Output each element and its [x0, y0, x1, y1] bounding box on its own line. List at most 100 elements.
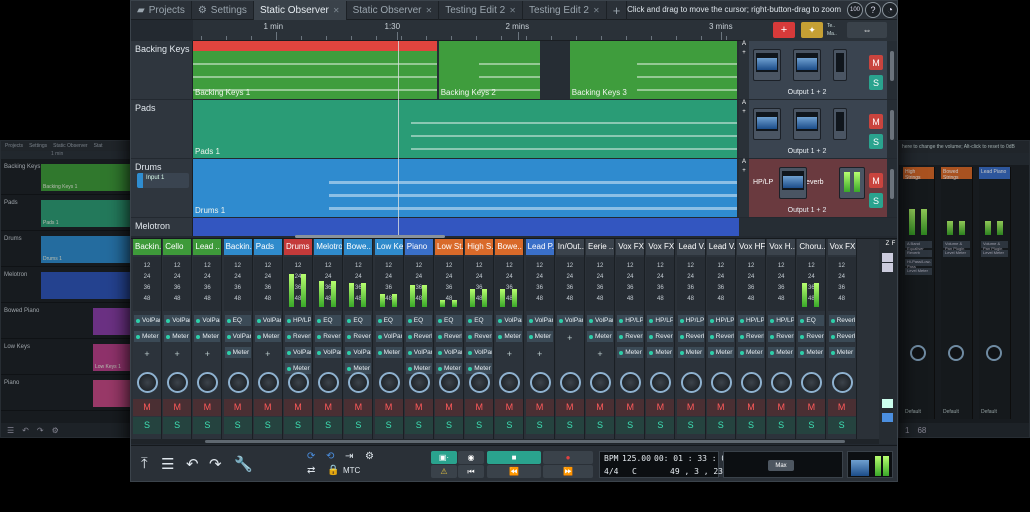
- strip-solo-button[interactable]: S: [555, 417, 584, 434]
- strip-plugin[interactable]: Reverb: [828, 331, 855, 342]
- left-track-name[interactable]: Drums: [4, 236, 22, 242]
- left-window-tab[interactable]: Static Observer: [53, 143, 87, 149]
- plugin-power-icon[interactable]: [498, 334, 503, 339]
- left-track-clip[interactable]: Backing Keys 1: [41, 164, 131, 191]
- strip-plugin[interactable]: Meter: [677, 347, 704, 358]
- right-pan-knob[interactable]: [986, 345, 1002, 361]
- output-label[interactable]: Output 1 + 2: [749, 148, 865, 155]
- strip-solo-button[interactable]: S: [314, 417, 343, 434]
- plugin-power-icon[interactable]: [800, 318, 805, 323]
- track-arm-button[interactable]: ◉: [458, 451, 484, 464]
- clip[interactable]: Backing Keys 2: [438, 41, 541, 99]
- clip[interactable]: Pads 1: [193, 100, 737, 158]
- pan-knob[interactable]: [801, 372, 823, 393]
- strip-plugin[interactable]: Meter: [496, 331, 523, 342]
- pan-knob[interactable]: [288, 372, 309, 393]
- plugin-power-icon[interactable]: [709, 350, 714, 355]
- mute-button[interactable]: M: [869, 114, 883, 129]
- close-tab-icon[interactable]: ✕: [509, 6, 516, 15]
- plugin-eq[interactable]: [753, 108, 781, 140]
- left-track-clip[interactable]: Low Keys 1: [93, 344, 131, 371]
- strip-solo-button[interactable]: S: [163, 417, 192, 434]
- lock-icon[interactable]: 🔒: [327, 465, 339, 476]
- left-track-name[interactable]: Backing Keys: [4, 164, 40, 170]
- pan-knob[interactable]: [499, 372, 521, 393]
- strip-solo-button[interactable]: S: [797, 417, 826, 434]
- pan-knob[interactable]: [318, 372, 340, 393]
- strip-plugin[interactable]: Reverb: [798, 331, 825, 342]
- strip-plugin[interactable]: Reverb: [436, 331, 462, 342]
- strip-plugin[interactable]: Meter: [254, 331, 281, 342]
- left-redo-icon[interactable]: ↷: [37, 426, 44, 435]
- record-button[interactable]: ●: [543, 451, 593, 464]
- strip-plugin[interactable]: VolPan: [194, 315, 221, 326]
- plugin-power-icon[interactable]: [166, 334, 171, 339]
- strip-plugin[interactable]: EQ: [466, 315, 493, 326]
- strip-plugin[interactable]: VolPan: [224, 331, 251, 342]
- plugin-power-icon[interactable]: [649, 334, 654, 339]
- plugin-power-icon[interactable]: [770, 318, 775, 323]
- strip-mute-button[interactable]: M: [706, 399, 735, 416]
- plugin-power-icon[interactable]: [800, 350, 805, 355]
- punch-icon[interactable]: ⇥: [345, 451, 353, 462]
- strip-name[interactable]: Cello: [163, 239, 192, 255]
- strip-name[interactable]: Pads: [253, 239, 282, 255]
- track-name[interactable]: Drums: [135, 162, 162, 172]
- add-plugin-icon[interactable]: +: [193, 349, 221, 359]
- strip-plugin[interactable]: EQ: [315, 315, 342, 326]
- strip-solo-button[interactable]: S: [133, 417, 161, 434]
- strip-plugin[interactable]: EQ: [345, 315, 372, 326]
- left-window-tab[interactable]: Settings: [29, 143, 47, 149]
- output-label[interactable]: Output 1 + 2: [749, 207, 865, 214]
- strip-name[interactable]: Lead ..: [193, 239, 222, 255]
- strip-mute-button[interactable]: M: [284, 399, 312, 416]
- loop-icon[interactable]: ⇄: [307, 465, 315, 476]
- plugin-power-icon[interactable]: [589, 318, 593, 323]
- pan-knob[interactable]: [590, 372, 611, 393]
- strip-solo-button[interactable]: S: [374, 417, 403, 434]
- right-strip-plugin[interactable]: Reverb: [905, 250, 932, 257]
- view-toggle-button[interactable]: ⇔: [847, 22, 887, 38]
- plugin-power-icon[interactable]: [287, 334, 291, 339]
- strip-plugin[interactable]: VolPan: [436, 347, 462, 358]
- undo-icon[interactable]: ↶: [186, 455, 199, 473]
- right-strip-plugin[interactable]: Volume & Pan Plugin: [943, 241, 970, 251]
- add-plugin-button[interactable]: +: [739, 109, 749, 118]
- strip-name[interactable]: Low St..: [435, 239, 463, 255]
- track-vscroll[interactable]: [890, 169, 894, 199]
- plugin-power-icon[interactable]: [347, 366, 352, 371]
- track-header[interactable]: Drums Input 1: [131, 159, 193, 217]
- pan-knob[interactable]: [227, 372, 249, 393]
- right-strip-name[interactable]: Lead Piano: [979, 167, 1010, 179]
- left-track-name[interactable]: Low Keys: [4, 344, 30, 350]
- strip-solo-button[interactable]: S: [737, 417, 765, 434]
- add-plugin-icon[interactable]: +: [586, 349, 614, 359]
- close-tab-icon[interactable]: ✕: [333, 6, 340, 15]
- strip-plugin[interactable]: Reverb: [768, 331, 795, 342]
- plugin-power-icon[interactable]: [347, 318, 352, 323]
- sync-icon[interactable]: ⚙: [365, 451, 374, 462]
- strip-solo-button[interactable]: S: [404, 417, 433, 434]
- pan-knob[interactable]: [771, 372, 793, 393]
- help-button[interactable]: ?: [865, 2, 881, 18]
- strip-name[interactable]: Lead V..: [676, 239, 705, 255]
- right-strip-name[interactable]: Bowed Strings: [941, 167, 972, 181]
- strip-name[interactable]: Bowe..: [495, 239, 524, 255]
- strip-plugin[interactable]: HP/LP: [707, 315, 734, 326]
- pan-knob[interactable]: [137, 372, 158, 393]
- plugin-power-icon[interactable]: [166, 318, 171, 323]
- warning-icon[interactable]: ⚠: [431, 465, 457, 478]
- plugin-power-icon[interactable]: [407, 350, 412, 355]
- plugin-power-icon[interactable]: [679, 334, 684, 339]
- add-plugin-icon[interactable]: +: [526, 349, 554, 359]
- level-meter-plugin[interactable]: [839, 167, 865, 199]
- strip-plugin[interactable]: HP/LP: [677, 315, 704, 326]
- strip-mute-button[interactable]: M: [827, 399, 856, 416]
- menu-icon[interactable]: ☰: [161, 455, 174, 473]
- strip-mute-button[interactable]: M: [797, 399, 826, 416]
- strip-mute-button[interactable]: M: [525, 399, 554, 416]
- add-plugin-icon[interactable]: +: [254, 349, 282, 359]
- time-signature[interactable]: 4/4: [604, 467, 618, 476]
- mixer-layout-icon[interactable]: [882, 399, 893, 408]
- pan-knob[interactable]: [469, 372, 491, 393]
